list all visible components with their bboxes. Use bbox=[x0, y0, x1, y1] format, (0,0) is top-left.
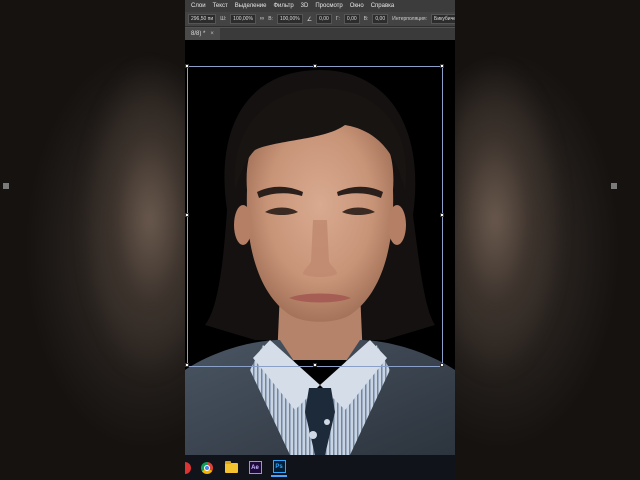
transform-handle-bottom-right[interactable] bbox=[440, 363, 444, 367]
after-effects-icon[interactable]: Ae bbox=[247, 460, 263, 476]
v-skew-label-icon: В: bbox=[363, 16, 369, 22]
v-skew-field[interactable]: 0,00 bbox=[372, 14, 389, 24]
rotate-icon: ∠ bbox=[306, 16, 313, 23]
x-position-field[interactable]: 296,50 пи bbox=[188, 14, 217, 24]
taskbar-app-icon[interactable] bbox=[185, 461, 191, 474]
height-field[interactable]: 100,00% bbox=[276, 14, 303, 24]
blurred-handle-right bbox=[611, 183, 617, 189]
transform-handle-middle-right[interactable] bbox=[440, 213, 444, 217]
free-transform-box[interactable] bbox=[185, 64, 444, 367]
transform-handle-middle-left[interactable] bbox=[185, 213, 189, 217]
document-canvas[interactable] bbox=[185, 40, 455, 455]
windows-taskbar: Ae Ps bbox=[185, 455, 455, 480]
menu-help[interactable]: Справка bbox=[371, 3, 395, 9]
height-label-icon: В: bbox=[268, 16, 273, 22]
interpolation-select[interactable]: Бикубиче bbox=[431, 14, 455, 24]
width-label-icon: Ш: bbox=[220, 16, 227, 22]
transform-handle-bottom-center[interactable] bbox=[313, 363, 317, 367]
menu-type[interactable]: Текст bbox=[213, 3, 228, 9]
transform-handle-top-left[interactable] bbox=[185, 64, 189, 68]
angle-field[interactable]: 0,00 bbox=[316, 14, 332, 24]
transform-handle-top-center[interactable] bbox=[313, 64, 317, 68]
photoshop-icon[interactable]: Ps bbox=[271, 459, 287, 477]
menu-view[interactable]: Просмотр bbox=[315, 3, 342, 9]
photoshop-label: Ps bbox=[272, 460, 286, 473]
photoshop-window: Слои Текст Выделение Фильтр 3D Просмотр … bbox=[185, 0, 455, 480]
menu-window[interactable]: Окно bbox=[350, 3, 364, 9]
menu-select[interactable]: Выделение bbox=[235, 3, 267, 9]
menu-3d[interactable]: 3D bbox=[301, 3, 309, 9]
menu-layers[interactable]: Слои bbox=[191, 3, 206, 9]
width-field[interactable]: 100,00% bbox=[230, 14, 256, 24]
h-skew-field[interactable]: 0,00 bbox=[343, 14, 360, 24]
document-tab-bar: 8/8) * × bbox=[185, 28, 455, 40]
transform-handle-bottom-left[interactable] bbox=[185, 363, 189, 367]
after-effects-label: Ae bbox=[248, 461, 262, 474]
document-tab[interactable]: 8/8) * × bbox=[185, 28, 220, 40]
h-skew-label-icon: Г: bbox=[335, 16, 340, 22]
menu-filter[interactable]: Фильтр bbox=[274, 3, 294, 9]
chrome-icon[interactable] bbox=[199, 460, 215, 476]
interpolation-label: Интерполяция: bbox=[392, 16, 428, 22]
close-tab-icon[interactable]: × bbox=[210, 28, 214, 40]
menu-bar: Слои Текст Выделение Фильтр 3D Просмотр … bbox=[185, 0, 455, 12]
link-icon[interactable]: ∞ bbox=[260, 16, 264, 22]
options-bar: 296,50 пи Ш: 100,00% ∞ В: 100,00% ∠ 0,00… bbox=[185, 12, 455, 27]
blurred-handle-left bbox=[3, 183, 9, 189]
document-tab-label: 8/8) * bbox=[191, 31, 206, 37]
folder-icon[interactable] bbox=[223, 460, 239, 476]
transform-handle-top-right[interactable] bbox=[440, 64, 444, 68]
